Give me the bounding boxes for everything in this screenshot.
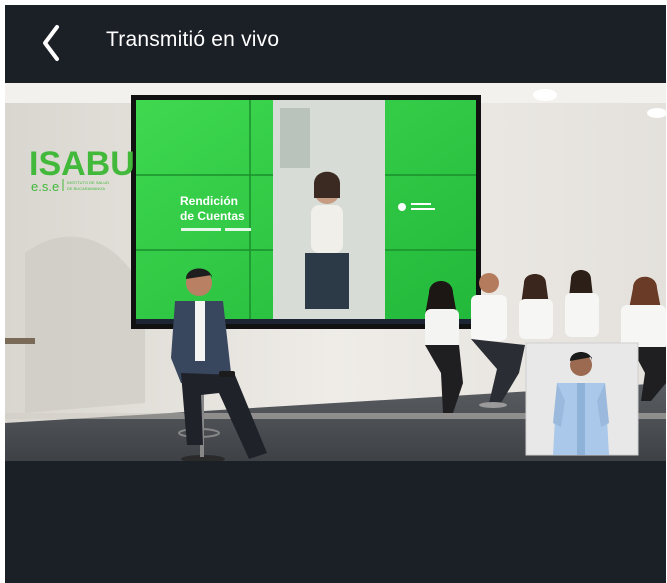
video-frame: Rendición de Cuentas ISABU e.s.e INSTITU… (5, 83, 666, 461)
video-player[interactable]: Rendición de Cuentas ISABU e.s.e INSTITU… (5, 83, 666, 461)
brand-logo-text: ISABU (29, 145, 135, 183)
screen-heading-2: de Cuentas (180, 209, 245, 223)
app-frame: Transmitió en vivo Rendición de Cuentas … (5, 5, 666, 583)
brand-tagline-1: INSTITUTO DE SALUD (67, 180, 109, 185)
below-video-area (5, 461, 666, 583)
back-button[interactable] (33, 21, 73, 65)
screen-heading-1: Rendición (180, 194, 238, 208)
brand-tagline-2: DE BUCARAMANGA (67, 186, 105, 191)
interpreter-inset (525, 342, 639, 456)
top-bar: Transmitió en vivo (5, 5, 666, 83)
chevron-left-icon (43, 25, 59, 61)
brand-subtext: e.s.e (31, 179, 59, 194)
page-title: Transmitió en vivo (106, 28, 280, 51)
